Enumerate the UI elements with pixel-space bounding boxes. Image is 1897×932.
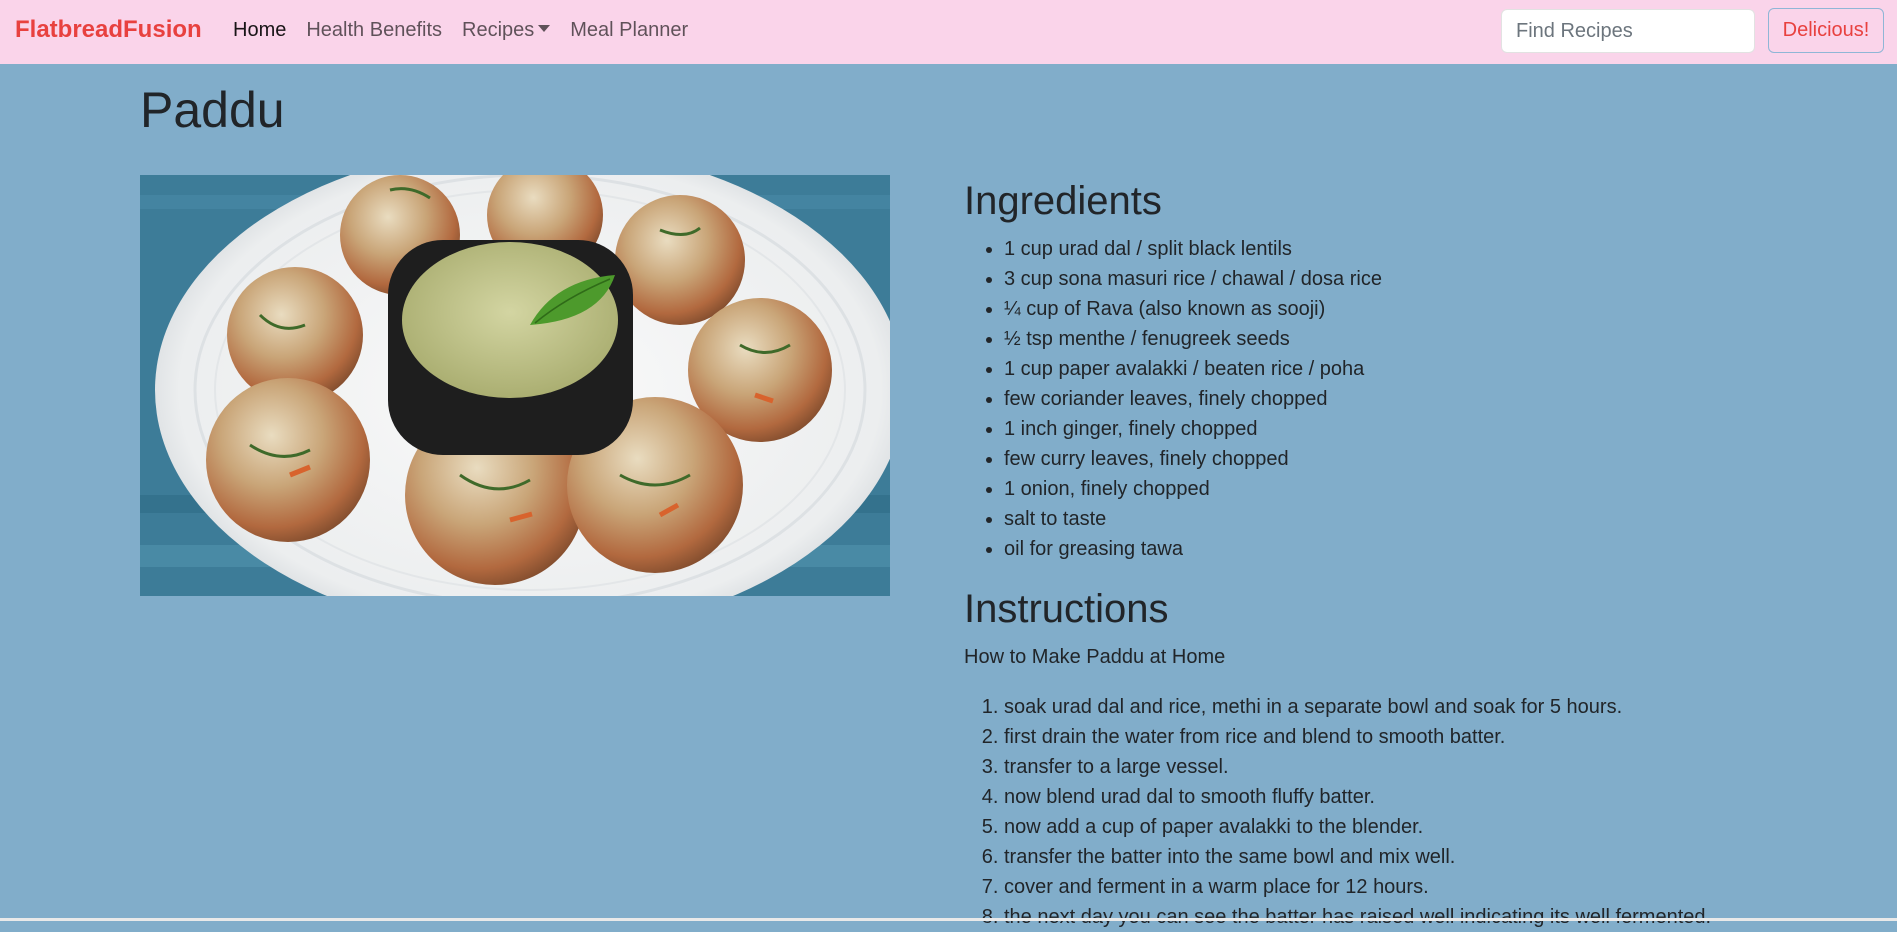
ingredient-item: few curry leaves, finely chopped xyxy=(1004,444,1382,474)
paddu-plate-photo xyxy=(140,175,890,596)
ingredient-item: 1 onion, finely chopped xyxy=(1004,474,1382,504)
nav-link-recipes-dropdown[interactable]: Recipes xyxy=(462,19,551,42)
ingredient-item: 3 cup sona masuri rice / chawal / dosa r… xyxy=(1004,264,1382,294)
caret-down-icon xyxy=(538,25,551,32)
instruction-step: transfer to a large vessel. xyxy=(1004,752,1711,782)
ingredient-item: 1 cup paper avalakki / beaten rice / poh… xyxy=(1004,354,1382,384)
brand-logo[interactable]: FlatbreadFusion xyxy=(15,16,202,44)
nav-link-health-benefits[interactable]: Health Benefits xyxy=(306,19,442,42)
nav-link-recipes-label: Recipes xyxy=(462,19,535,41)
ingredient-item: few coriander leaves, finely chopped xyxy=(1004,384,1382,414)
instruction-step: first drain the water from rice and blen… xyxy=(1004,722,1711,752)
instruction-step: now add a cup of paper avalakki to the b… xyxy=(1004,812,1711,842)
ingredient-item: salt to taste xyxy=(1004,504,1382,534)
search-input[interactable] xyxy=(1501,9,1755,53)
instruction-step: transfer the batter into the same bowl a… xyxy=(1004,842,1711,872)
ingredient-item: ½ tsp menthe / fenugreek seeds xyxy=(1004,324,1382,354)
instruction-step: now blend urad dal to smooth fluffy batt… xyxy=(1004,782,1711,812)
ingredient-item: 1 inch ginger, finely chopped xyxy=(1004,414,1382,444)
instructions-list: soak urad dal and rice, methi in a separ… xyxy=(964,692,1711,932)
navbar: FlatbreadFusion Home Health Benefits Rec… xyxy=(0,0,1897,64)
nav-links: Home Health Benefits Recipes Meal Planne… xyxy=(233,19,708,42)
nav-link-meal-planner[interactable]: Meal Planner xyxy=(570,19,688,42)
recipe-image xyxy=(140,175,890,596)
page-title: Paddu xyxy=(140,82,285,138)
instruction-step: the next day you can see the batter has … xyxy=(1004,902,1711,932)
instructions-intro: How to Make Paddu at Home xyxy=(964,646,1226,668)
ingredients-list: 1 cup urad dal / split black lentils 3 c… xyxy=(964,234,1382,564)
instructions-heading: Instructions xyxy=(964,587,1169,631)
nav-link-home[interactable]: Home xyxy=(233,19,286,42)
instruction-step: cover and ferment in a warm place for 12… xyxy=(1004,872,1711,902)
ingredient-item: 1 cup urad dal / split black lentils xyxy=(1004,234,1382,264)
ingredients-heading: Ingredients xyxy=(964,179,1162,223)
instruction-step: soak urad dal and rice, methi in a separ… xyxy=(1004,692,1711,722)
ingredient-item: oil for greasing tawa xyxy=(1004,534,1382,564)
ingredient-item: ¼ cup of Rava (also known as sooji) xyxy=(1004,294,1382,324)
search-button[interactable]: Delicious! xyxy=(1768,8,1884,53)
